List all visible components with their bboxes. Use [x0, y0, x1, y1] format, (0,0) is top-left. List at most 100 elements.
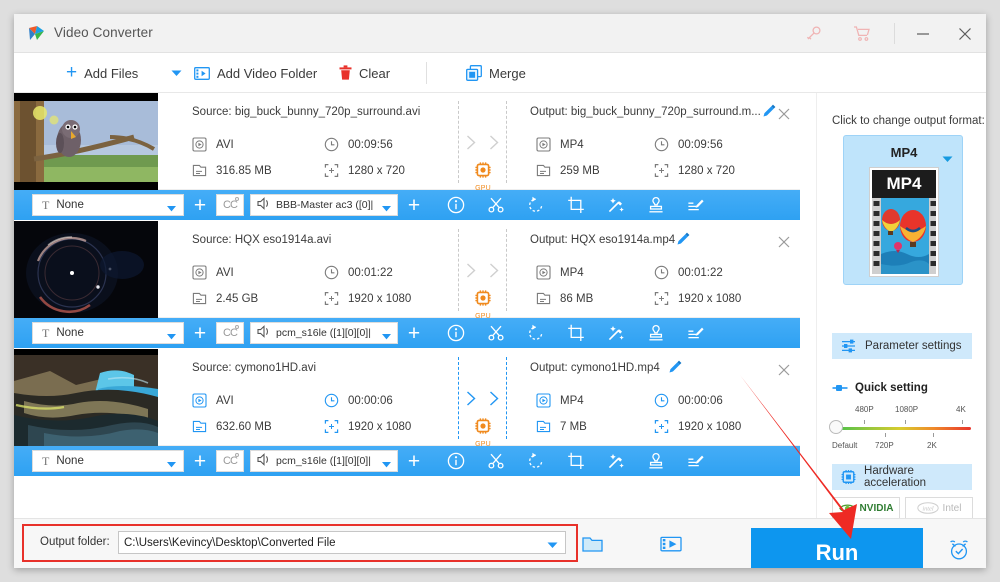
open-output-folder-button[interactable] — [581, 532, 605, 556]
video-thumbnail[interactable] — [14, 93, 158, 190]
cut-icon[interactable] — [476, 318, 516, 348]
watermark-icon[interactable] — [636, 318, 676, 348]
hardware-acceleration-button[interactable]: Hardware acceleration — [832, 464, 972, 490]
minimize-button[interactable] — [902, 14, 944, 53]
nvidia-accel-chip[interactable]: NVIDIA — [832, 497, 900, 519]
subtitle-select[interactable]: T None — [32, 194, 184, 216]
bottom-bar: Output folder: C:\Users\Kevincy\Desktop\… — [14, 518, 986, 568]
cc-dot-icon — [235, 325, 239, 329]
slider-label-4k: 4K — [956, 405, 966, 414]
file-size-icon — [192, 291, 207, 306]
output-filename: Output: big_buck_bunny_720p_surround.m..… — [530, 106, 761, 118]
video-thumbnail[interactable] — [14, 349, 158, 446]
subtitle-select[interactable]: T None — [32, 450, 184, 472]
video-thumbnail[interactable] — [14, 221, 158, 318]
file-list-item[interactable]: Source: big_buck_bunny_720p_surround.avi… — [14, 93, 800, 220]
subtitle-edit-icon[interactable] — [676, 446, 716, 476]
divider-dashed-left — [458, 229, 459, 311]
source-size: 632.60 MB — [216, 420, 272, 433]
output-folder-input[interactable]: C:\Users\Kevincy\Desktop\Converted File — [118, 531, 566, 554]
add-files-dropdown-button[interactable] — [166, 53, 186, 93]
chevron-down-icon — [167, 459, 176, 471]
arrow-chevron-icon — [489, 263, 500, 278]
slider-knob[interactable] — [829, 420, 843, 434]
format-preview-label: MP4 — [872, 170, 936, 198]
slider-track[interactable] — [835, 427, 971, 430]
effect-icon[interactable] — [596, 318, 636, 348]
output-size: 86 MB — [560, 292, 594, 305]
merge-button[interactable]: Merge — [466, 53, 526, 93]
remove-file-button[interactable] — [773, 103, 795, 125]
gpu-badge: GPU — [469, 161, 497, 192]
add-subtitle-button[interactable]: + — [184, 190, 216, 220]
audio-track-select[interactable]: BBB-Master ac3 ([0]| — [250, 194, 398, 216]
effect-icon[interactable] — [596, 446, 636, 476]
cut-icon[interactable] — [476, 190, 516, 220]
source-format: AVI — [216, 394, 234, 407]
preview-button[interactable] — [659, 532, 683, 556]
cart-button[interactable] — [841, 14, 883, 53]
output-format: MP4 — [560, 266, 584, 279]
close-button[interactable] — [944, 14, 986, 53]
file-action-bar: T None + CC pcm_s16le ([1][0][0]| + — [14, 446, 800, 476]
run-button[interactable]: Run — [751, 528, 923, 568]
add-audio-track-button[interactable]: + — [398, 446, 430, 476]
rotate-icon[interactable] — [516, 446, 556, 476]
chevron-down-icon[interactable] — [547, 540, 558, 552]
info-icon[interactable] — [436, 190, 476, 220]
subtitle-value: None — [56, 327, 84, 339]
rotate-icon[interactable] — [516, 190, 556, 220]
audio-track-value: pcm_s16le ([1][0][0]| — [276, 455, 371, 467]
add-files-button[interactable]: + Add Files — [66, 53, 138, 93]
closed-caption-button[interactable]: CC — [216, 450, 244, 472]
file-list-item[interactable]: Source: HQX eso1914a.avi AVI 00:01:22 2.… — [14, 221, 800, 348]
edit-output-name-icon[interactable] — [668, 360, 682, 374]
video-format-icon — [536, 137, 551, 152]
add-audio-track-button[interactable]: + — [398, 190, 430, 220]
svg-text:intel: intel — [922, 506, 934, 513]
info-icon[interactable] — [436, 446, 476, 476]
hardware-acceleration-label: Hardware acceleration — [864, 465, 927, 489]
parameter-settings-button[interactable]: Parameter settings — [832, 333, 972, 359]
add-subtitle-button[interactable]: + — [184, 318, 216, 348]
resolution-icon — [654, 419, 669, 434]
closed-caption-button[interactable]: CC — [216, 194, 244, 216]
edit-output-name-icon[interactable] — [676, 232, 690, 246]
info-icon[interactable] — [436, 318, 476, 348]
remove-file-button[interactable] — [773, 359, 795, 381]
crop-icon[interactable] — [556, 190, 596, 220]
quality-slider[interactable]: 480P 1080P 4K Default 720P 2K — [829, 405, 974, 455]
source-duration: 00:09:56 — [348, 138, 393, 151]
source-resolution: 1280 x 720 — [348, 164, 405, 177]
crop-icon[interactable] — [556, 318, 596, 348]
subtitle-select[interactable]: T None — [32, 322, 184, 344]
file-size-icon — [192, 163, 207, 178]
watermark-icon[interactable] — [636, 446, 676, 476]
subtitle-edit-icon[interactable] — [676, 318, 716, 348]
rotate-icon[interactable] — [516, 318, 556, 348]
add-subtitle-button[interactable]: + — [184, 446, 216, 476]
license-key-button[interactable] — [792, 14, 834, 53]
watermark-icon[interactable] — [636, 190, 676, 220]
plus-icon: + — [66, 61, 78, 83]
divider-dashed-left — [458, 101, 459, 183]
output-duration: 00:01:22 — [678, 266, 723, 279]
add-video-folder-button[interactable]: Add Video Folder — [194, 53, 317, 93]
file-card-body: Source: cymono1HD.avi AVI 00:00:06 632.6… — [14, 349, 800, 448]
remove-file-button[interactable] — [773, 231, 795, 253]
audio-track-select[interactable]: pcm_s16le ([1][0][0]| — [250, 322, 398, 344]
chevron-down-icon[interactable] — [942, 150, 953, 168]
audio-track-select[interactable]: pcm_s16le ([1][0][0]| — [250, 450, 398, 472]
add-audio-track-button[interactable]: + — [398, 318, 430, 348]
clear-button[interactable]: Clear — [339, 53, 390, 93]
schedule-button[interactable] — [947, 538, 971, 562]
effect-icon[interactable] — [596, 190, 636, 220]
crop-icon[interactable] — [556, 446, 596, 476]
output-info: Output: HQX eso1914a.mp4 MP4 00:01:22 86… — [530, 221, 782, 318]
intel-accel-chip[interactable]: intel Intel — [905, 497, 973, 519]
subtitle-edit-icon[interactable] — [676, 190, 716, 220]
closed-caption-button[interactable]: CC — [216, 322, 244, 344]
output-format-card[interactable]: MP4 MP4 — [843, 135, 963, 285]
cut-icon[interactable] — [476, 446, 516, 476]
file-list-item-selected[interactable]: Source: cymono1HD.avi AVI 00:00:06 632.6… — [14, 349, 800, 476]
